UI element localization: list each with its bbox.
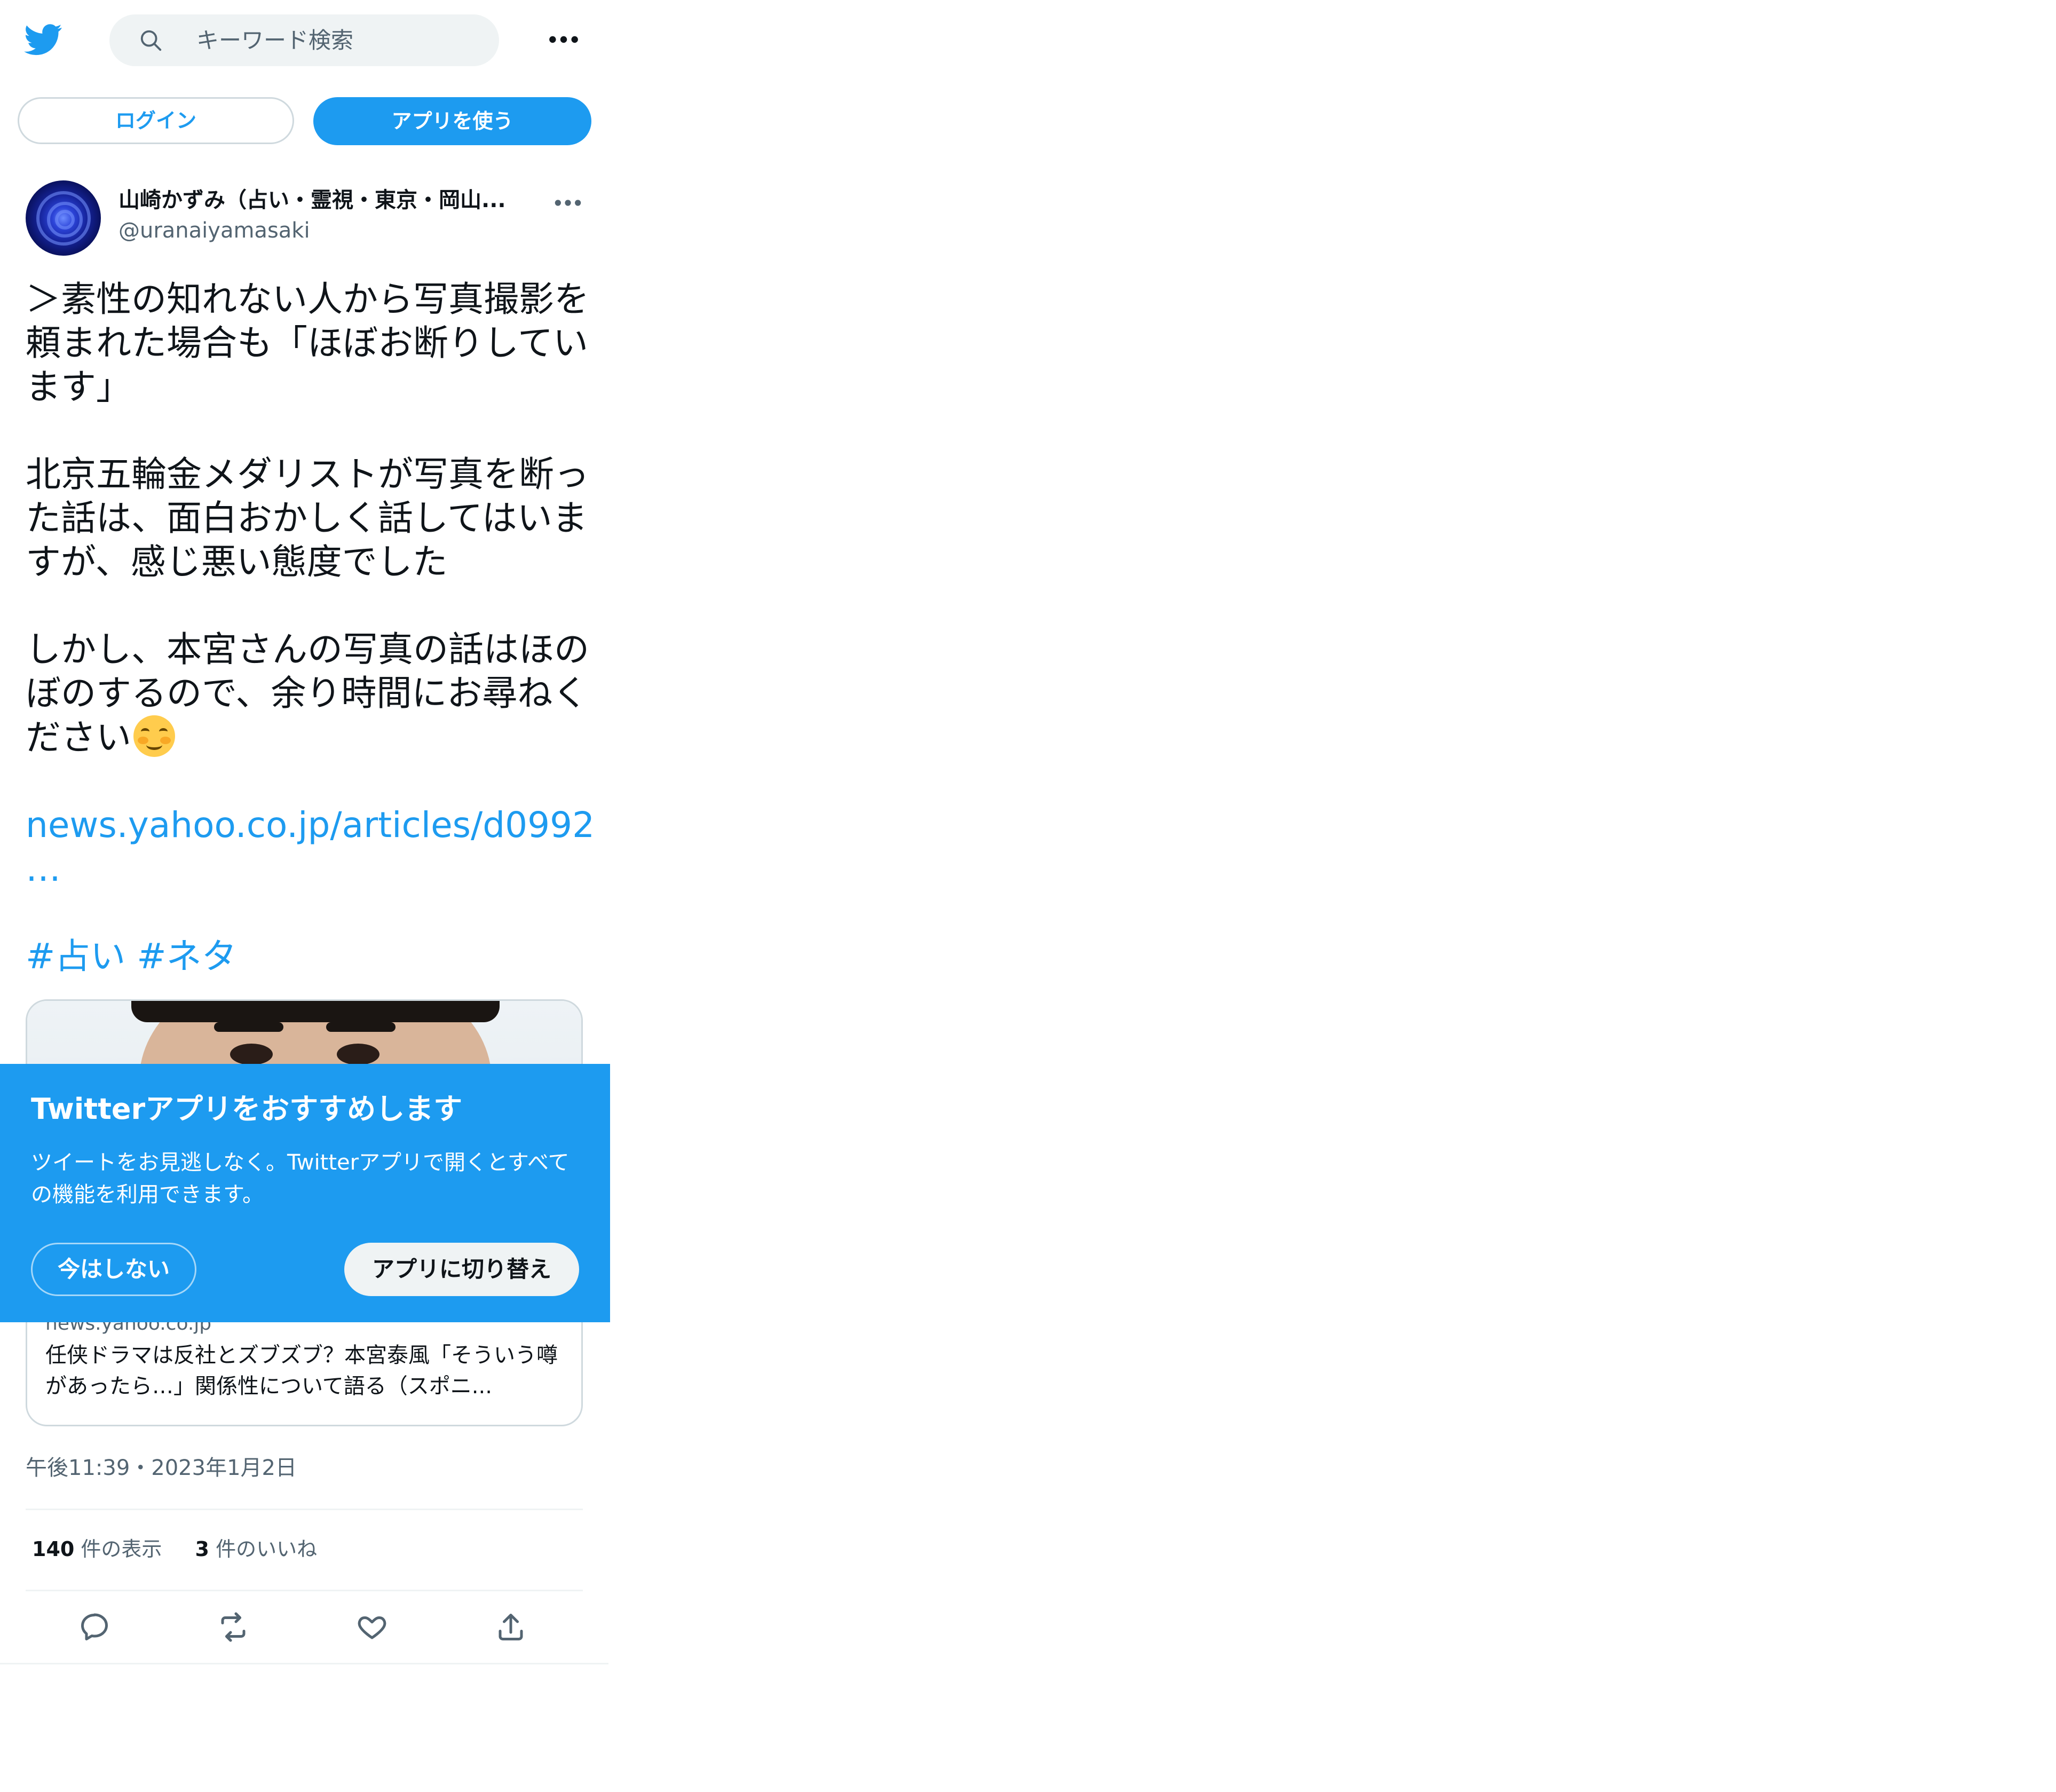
tweet-stats: 140 件の表示 3 件のいいね [32,1533,317,1565]
reply-icon[interactable] [78,1611,110,1643]
heart-icon[interactable] [356,1611,388,1643]
article-link[interactable]: news.yahoo.co.jp/articles/d0992 [26,803,595,847]
views-count: 140 [32,1537,75,1561]
card-title: 任侠ドラマは反社とズブズブ？本宮泰風「そういう噂があったら…」関係性について語る… [45,1343,558,1399]
smiling-face-emoji [133,715,175,757]
tweet-timestamp[interactable]: 午後11:39・2023年1月2日 [26,1452,297,1484]
divider [0,1663,608,1664]
divider [26,1509,583,1510]
share-icon[interactable] [495,1611,527,1643]
banner-description: ツイートをお見逃しなく。Twitterアプリで開くとすべての機能を利用できます。 [31,1150,570,1207]
avatar[interactable] [26,180,101,256]
tweet-paragraph: しかし、本宮さんの写真の話はほのぼのするので、余り時間にお尋ねください [26,629,589,758]
app-banner: Twitterアプリをおすすめします ツイートをお見逃しなく。Twitterアプ… [0,1064,610,1322]
twitter-bird-icon[interactable] [24,20,62,59]
views-label: 件の表示 [81,1537,162,1561]
search-icon [140,30,162,51]
switch-to-app-button[interactable]: アプリに切り替え [344,1243,579,1296]
likes-count[interactable]: 3 [195,1537,209,1561]
hashtag-link[interactable]: #ネタ [137,936,236,977]
search-bar[interactable]: キーワード検索 [109,14,499,66]
tweet-actions [0,1596,608,1655]
author-handle[interactable]: @uranaiyamasaki [118,216,310,246]
login-button[interactable]: ログイン [18,97,294,144]
tweet-text: ＞素性の知れない人から写真撮影を頼まれた場合も「ほぼお断りしています」 北京五輪… [26,278,595,978]
more-horizontal-icon[interactable] [547,28,580,51]
not-now-button[interactable]: 今はしない [31,1243,196,1296]
divider [26,1590,583,1591]
top-bar: キーワード検索 [0,0,608,80]
tweet-page: キーワード検索 ログイン アプリを使う 山崎かずみ（占い・霊視・東京・岡山...… [0,0,610,1665]
search-input[interactable]: キーワード検索 [196,14,353,66]
article-link-ellipsis[interactable]: … [26,847,591,891]
tweet-paragraph: 北京五輪金メダリストが写真を断った話は、面白おかしく話してはいますが、感じ悪い態… [26,454,589,582]
tweet-more-icon[interactable] [553,192,583,214]
use-app-button[interactable]: アプリを使う [313,97,591,145]
banner-title: Twitterアプリをおすすめします [31,1092,463,1126]
likes-label[interactable]: 件のいいね [216,1537,317,1561]
retweet-icon[interactable] [217,1611,249,1643]
hashtag-link[interactable]: #占い [26,936,125,977]
author-name[interactable]: 山崎かずみ（占い・霊視・東京・岡山... [118,184,540,216]
tweet-paragraph: ＞素性の知れない人から写真撮影を頼まれた場合も「ほぼお断りしています」 [26,279,589,407]
